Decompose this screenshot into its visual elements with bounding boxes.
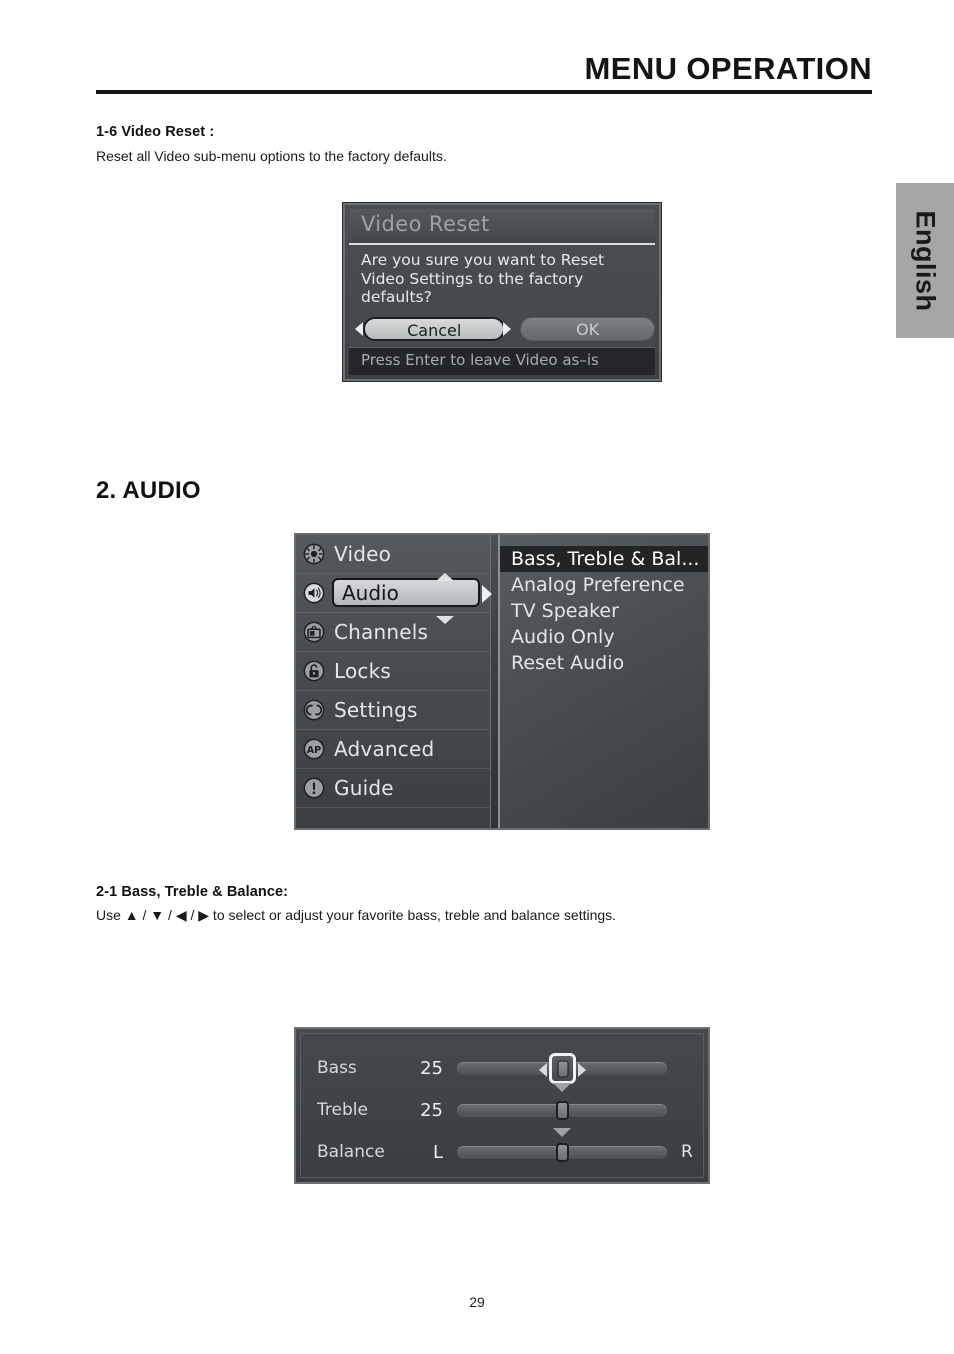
- chevron-right-icon[interactable]: [482, 585, 492, 603]
- slider-row-treble: Treble 25: [301, 1090, 703, 1130]
- menu-item-locks[interactable]: Locks: [296, 652, 490, 691]
- treble-slider[interactable]: [457, 1095, 667, 1125]
- menu-right-column: Bass, Treble & Bal... Analog Preference …: [498, 535, 708, 828]
- bass-treble-balance-osd: Bass 25 Treble 25 Balance L R: [294, 1027, 710, 1184]
- ok-button[interactable]: OK: [520, 317, 655, 341]
- balance-label: Balance: [317, 1142, 385, 1162]
- dialog-button-row: Cancel OK: [355, 316, 655, 342]
- lock-icon: [303, 660, 325, 682]
- menu-item-guide[interactable]: Guide: [296, 769, 490, 808]
- menu-item-settings[interactable]: Settings: [296, 691, 490, 730]
- cancel-button[interactable]: Cancel: [363, 317, 506, 341]
- treble-label: Treble: [317, 1100, 368, 1120]
- language-tab: English: [896, 183, 954, 338]
- treble-slider-handle[interactable]: [556, 1101, 569, 1120]
- balance-slider[interactable]: [457, 1128, 667, 1167]
- menu-item-audio[interactable]: Audio Audio: [296, 573, 492, 624]
- audio-menu-osd: Video Audio Audio: [294, 533, 710, 830]
- slider-row-balance: Balance L R: [301, 1128, 703, 1172]
- menu-item-label: Locks: [334, 659, 392, 683]
- submenu-item-reset-audio[interactable]: Reset Audio: [500, 650, 708, 676]
- dialog-footer-hint: Press Enter to leave Video as–is: [361, 351, 599, 369]
- section-body-video-reset: Reset all Video sub-menu options to the …: [96, 148, 447, 164]
- svg-text:AP: AP: [307, 745, 321, 756]
- balance-left-tag: L: [432, 1141, 443, 1163]
- menu-item-label: Settings: [334, 698, 418, 722]
- balance-slider-handle[interactable]: [556, 1143, 569, 1162]
- page-title: MENU OPERATION: [584, 51, 872, 86]
- menu-item-channels[interactable]: Channels: [296, 613, 490, 652]
- section-heading-audio: 2. AUDIO: [96, 477, 201, 504]
- balance-right-tag: R: [681, 1142, 693, 1162]
- ap-icon: AP: [303, 738, 325, 760]
- bass-panel-inner: Bass 25 Treble 25 Balance L R: [300, 1033, 704, 1178]
- speaker-icon: [303, 582, 325, 604]
- menu-item-label: Guide: [334, 776, 394, 800]
- chevron-up-icon[interactable]: [436, 573, 454, 581]
- slider-row-bass: Bass 25: [301, 1048, 703, 1092]
- arrow-down-icon[interactable]: [553, 1128, 571, 1137]
- sunburst-icon: [303, 543, 325, 565]
- menu-item-video[interactable]: Video: [296, 535, 490, 574]
- exclamation-icon: [303, 777, 325, 799]
- page-header: MENU OPERATION: [96, 51, 872, 95]
- menu-item-audio-highlight[interactable]: Audio: [332, 573, 480, 624]
- menu-item-label: Channels: [334, 620, 429, 644]
- submenu-item-analog-preference[interactable]: Analog Preference: [500, 572, 708, 598]
- bass-value: 25: [420, 1057, 443, 1079]
- bass-slider-handle[interactable]: [549, 1053, 576, 1084]
- video-reset-dialog: Video Reset Are you sure you want to Res…: [343, 203, 661, 381]
- dialog-message: Are you sure you want to Reset Video Set…: [361, 251, 605, 306]
- arrow-left-icon[interactable]: [539, 1063, 547, 1077]
- menu-item-audio-label: Audio: [342, 580, 399, 605]
- treble-value: 25: [420, 1099, 443, 1121]
- submenu-item-bass-treble-balance[interactable]: Bass, Treble & Bal...: [500, 546, 708, 572]
- section-heading-bass-treble-balance: 2-1 Bass, Treble & Balance:: [96, 884, 289, 900]
- menu-item-label: Video: [334, 542, 392, 566]
- selection-left-arrow-icon: [355, 322, 363, 336]
- selection-right-arrow-icon: [503, 322, 512, 336]
- tv-icon: [303, 621, 325, 643]
- arrow-right-icon[interactable]: [578, 1063, 586, 1077]
- submenu-item-tv-speaker[interactable]: TV Speaker: [500, 598, 708, 624]
- bass-label: Bass: [317, 1058, 357, 1078]
- menu-item-label: Advanced: [334, 737, 435, 761]
- dialog-title: Video Reset: [361, 212, 490, 236]
- language-tab-label: English: [910, 209, 941, 312]
- refresh-icon: [303, 699, 325, 721]
- section-body-bass-treble-balance: Use ▲ / ▼ / ◀ / ▶ to select or adjust yo…: [96, 907, 617, 923]
- bass-slider[interactable]: [457, 1053, 667, 1092]
- dialog-footer: Press Enter to leave Video as–is: [349, 347, 655, 375]
- menu-item-advanced[interactable]: AP Advanced: [296, 730, 490, 769]
- dialog-titlebar: Video Reset: [349, 209, 655, 245]
- dialog-inner: Video Reset Are you sure you want to Res…: [349, 209, 655, 375]
- page-number: 29: [469, 1294, 485, 1310]
- submenu-item-audio-only[interactable]: Audio Only: [500, 624, 708, 650]
- menu-left-column: Video Audio Audio: [296, 535, 492, 828]
- header-rule: [96, 90, 872, 95]
- section-heading-video-reset: 1-6 Video Reset :: [96, 124, 215, 140]
